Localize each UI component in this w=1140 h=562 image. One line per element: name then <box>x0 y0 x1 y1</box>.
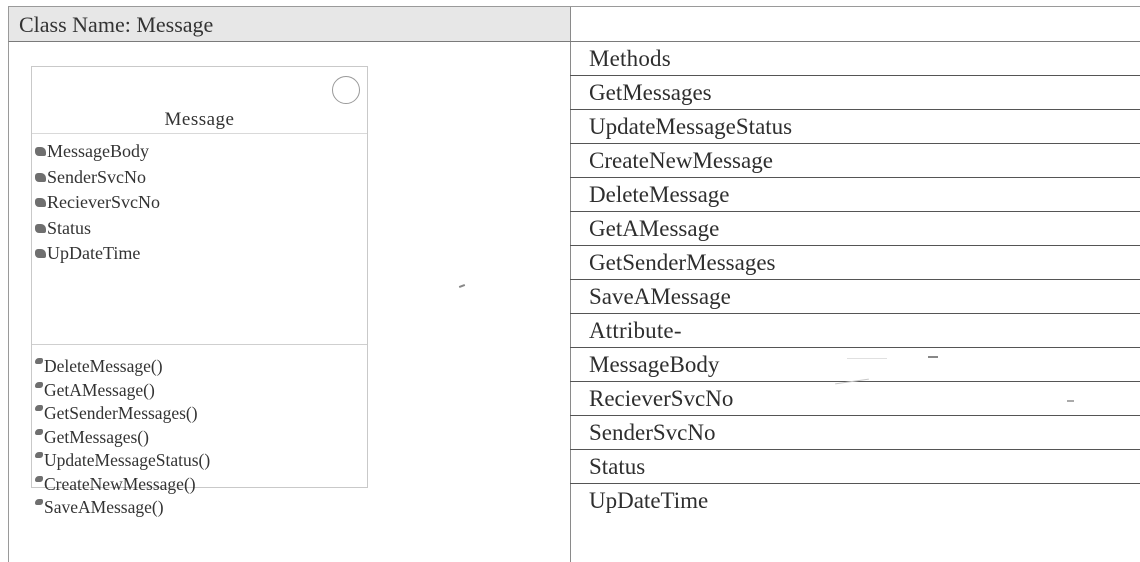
scan-speck <box>847 358 887 359</box>
methods-header: Methods <box>570 42 1140 76</box>
uml-attribute: SenderSvcNo <box>32 165 367 191</box>
uml-operation-label: CreateNewMessage() <box>44 473 196 494</box>
attribute-icon <box>35 223 46 233</box>
method-row: GetMessages <box>570 76 1140 110</box>
operation-icon <box>35 475 43 482</box>
operation-icon <box>35 381 43 388</box>
class-name-label: Class Name: Message <box>19 12 214 37</box>
operation-icon <box>35 499 43 505</box>
method-row: CreateNewMessage <box>570 144 1140 178</box>
method-row: DeleteMessage <box>570 178 1140 212</box>
class-circle-icon <box>332 76 360 104</box>
attribute-row: MessageBody <box>570 348 1140 382</box>
uml-attribute: Status <box>32 216 367 242</box>
uml-attribute-label: SenderSvcNo <box>47 166 146 187</box>
attribute-icon <box>35 172 46 182</box>
uml-attribute: MessageBody <box>32 139 367 165</box>
uml-operation-label: SaveAMessage() <box>44 497 164 517</box>
uml-operation: UpdateMessageStatus() <box>32 449 367 473</box>
uml-operation: DeleteMessage() <box>32 355 367 379</box>
uml-attribute-label: MessageBody <box>47 141 149 161</box>
operation-icon <box>35 428 43 435</box>
attribute-row: SenderSvcNo <box>570 416 1140 450</box>
method-row: UpdateMessageStatus <box>570 110 1140 144</box>
attribute-row: RecieverSvcNo <box>570 382 1140 416</box>
attribute-row: Status <box>570 450 1140 484</box>
scan-speck <box>928 356 938 358</box>
scan-speck <box>458 284 466 288</box>
attribute-row: UpDateTime <box>589 488 709 513</box>
scan-speck <box>1067 400 1074 402</box>
method-row: GetAMessage <box>570 212 1140 246</box>
uml-attribute-label: RecieverSvcNo <box>47 192 160 212</box>
uml-operation: SaveAMessage() <box>32 496 367 520</box>
operation-icon <box>35 452 43 458</box>
attribute-icon <box>35 198 46 207</box>
class-header-row: Class Name: Message <box>8 6 1140 42</box>
uml-attributes-section: MessageBody SenderSvcNo RecieverSvcNo St… <box>32 133 367 345</box>
uml-attribute-label: Status <box>47 217 92 238</box>
method-row: SaveAMessage <box>570 280 1140 314</box>
uml-attribute-label: UpDateTime <box>47 243 141 263</box>
uml-operation: CreateNewMessage() <box>32 473 367 497</box>
class-name-cell: Class Name: Message <box>9 7 571 41</box>
methods-attributes-table: Methods GetMessages UpdateMessageStatus … <box>570 42 1140 518</box>
uml-operation: GetMessages() <box>32 426 367 450</box>
operation-icon <box>35 358 43 364</box>
uml-operation-label: DeleteMessage() <box>44 356 163 376</box>
uml-class-name: Message <box>164 109 235 130</box>
uml-attribute: RecieverSvcNo <box>32 190 367 216</box>
left-table-border <box>8 42 9 562</box>
attribute-icon <box>35 147 46 156</box>
attribute-icon <box>35 249 46 258</box>
uml-operation: GetSenderMessages() <box>32 402 367 426</box>
uml-attribute: UpDateTime <box>32 241 367 267</box>
uml-operation-label: UpdateMessageStatus() <box>44 450 211 470</box>
uml-operation-label: GetMessages() <box>44 426 149 447</box>
attribute-header: Attribute- <box>570 314 1140 348</box>
method-row: GetSenderMessages <box>570 246 1140 280</box>
uml-class-box: Message MessageBody SenderSvcNo Reciever… <box>31 66 368 517</box>
uml-operation: GetAMessage() <box>32 379 367 403</box>
uml-operation-label: GetAMessage() <box>44 379 155 400</box>
uml-operations-section: DeleteMessage() GetAMessage() GetSenderM… <box>32 352 367 520</box>
operation-icon <box>35 405 43 411</box>
uml-operation-label: GetSenderMessages() <box>44 403 198 423</box>
